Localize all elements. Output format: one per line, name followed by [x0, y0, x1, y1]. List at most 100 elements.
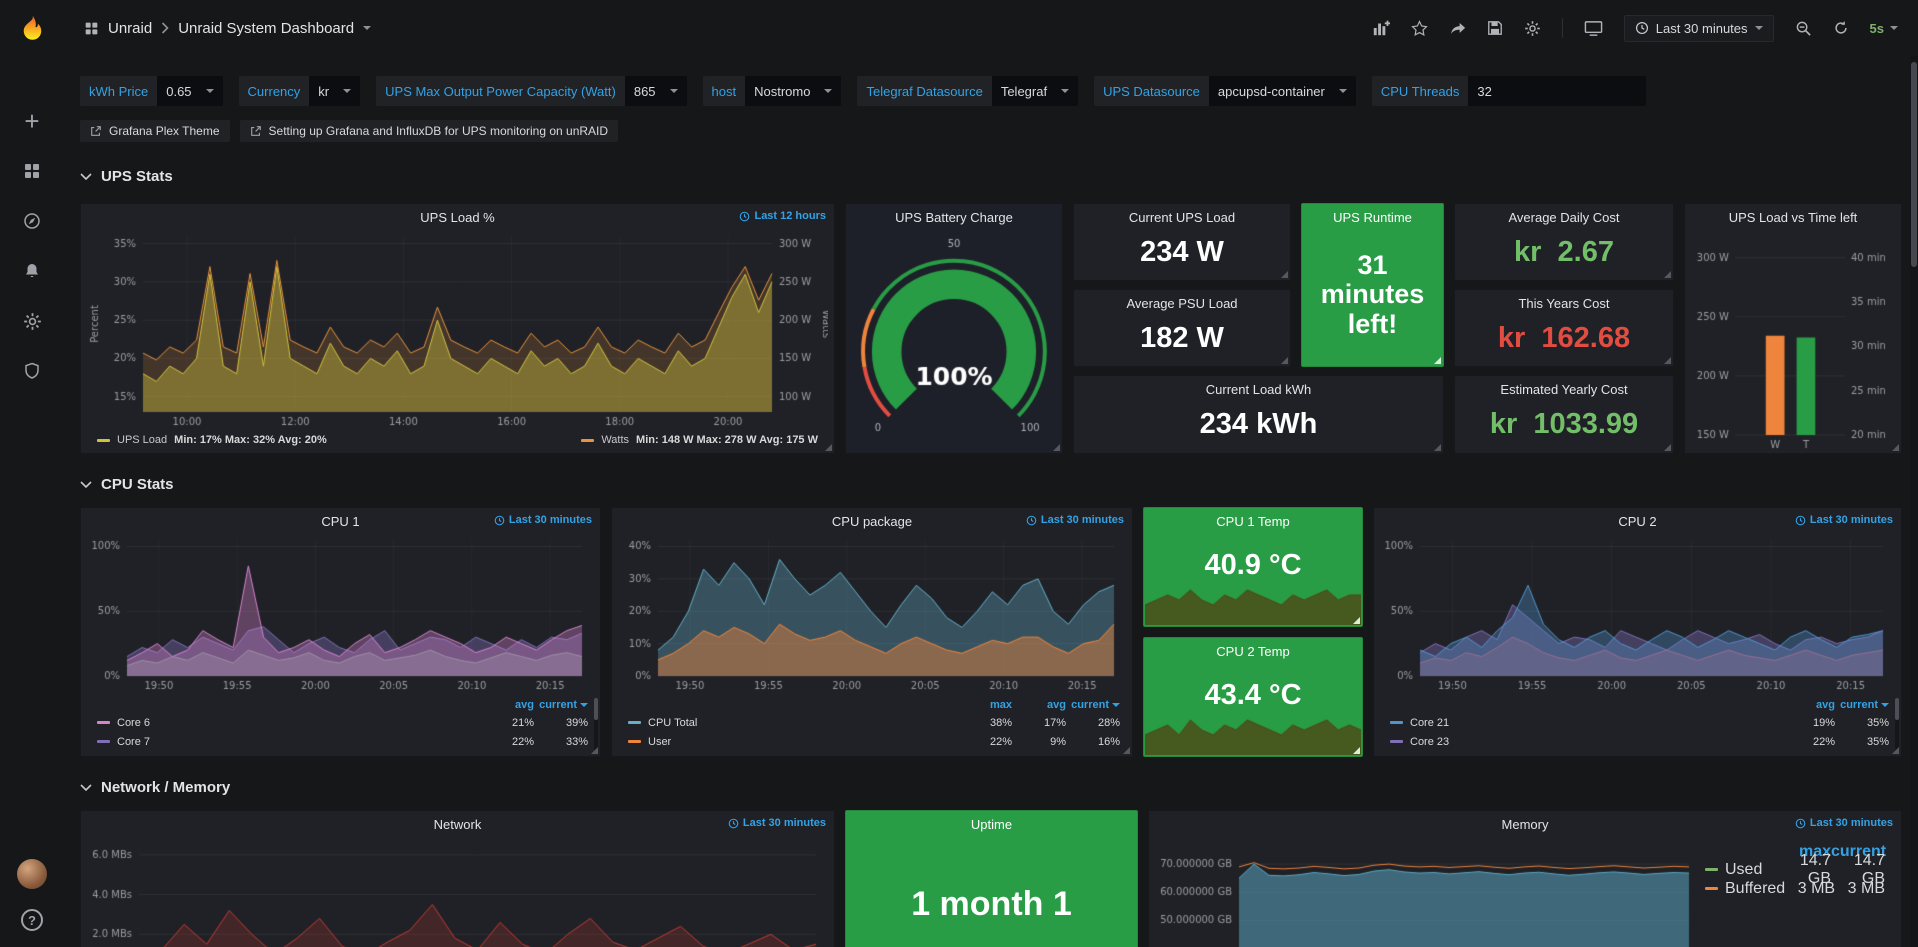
panel-title[interactable]: UPS Load %: [420, 210, 494, 225]
variable-host: host Nostromo: [703, 76, 842, 106]
variable-value-dropdown[interactable]: Telegraf: [992, 76, 1078, 106]
cpu1-chart[interactable]: [87, 534, 594, 694]
panel-title[interactable]: UPS Load vs Time left: [1729, 210, 1858, 225]
legend-series-toggle[interactable]: Core 6: [97, 717, 480, 729]
dashboard-title[interactable]: Unraid System Dashboard: [178, 20, 354, 37]
alerting-bell-icon[interactable]: [22, 261, 42, 281]
panel-average-daily-cost: Average Daily Cost kr 2.67: [1454, 203, 1674, 281]
cpu-package-chart[interactable]: [618, 534, 1126, 694]
series-name: Core 6: [117, 717, 150, 729]
panel-cpu1: CPU 1 Last 30 minutes avg current Core 6…: [80, 507, 601, 757]
grafana-logo[interactable]: [16, 14, 49, 47]
legend-series-toggle[interactable]: Watts Min: 148 W Max: 278 W Avg: 175 W: [581, 434, 818, 446]
tv-mode-icon[interactable]: [1584, 19, 1603, 38]
legend-scrollbar[interactable]: [1895, 698, 1899, 750]
panel-title[interactable]: Current Load kWh: [1206, 382, 1312, 397]
chart-area: [1380, 534, 1895, 694]
panel-title[interactable]: This Years Cost: [1518, 296, 1609, 311]
dashboards-icon[interactable]: [22, 161, 42, 181]
section-header-cpu-stats[interactable]: CPU Stats: [80, 476, 1902, 493]
legend-col-avg[interactable]: avg: [480, 699, 534, 711]
dashboard-link-label: Setting up Grafana and InfluxDB for UPS …: [269, 124, 609, 138]
legend-series-toggle[interactable]: Core 21: [1390, 717, 1781, 729]
network-chart[interactable]: [87, 837, 828, 947]
chevron-down-icon[interactable]: [363, 26, 371, 30]
save-icon[interactable]: [1487, 20, 1503, 36]
add-panel-icon[interactable]: [1372, 19, 1390, 37]
dashboard-link[interactable]: Setting up Grafana and InfluxDB for UPS …: [240, 120, 619, 142]
panel-title[interactable]: Memory: [1502, 817, 1549, 832]
legend-col-current[interactable]: current: [534, 699, 588, 711]
dashboard-content: kWh Price 0.65 Currency kr UPS Max Outpu…: [64, 56, 1918, 947]
variable-value-dropdown[interactable]: 865: [625, 76, 687, 106]
panel-title[interactable]: CPU 2: [1618, 514, 1656, 529]
section-header-network-memory[interactable]: Network / Memory: [80, 779, 1902, 796]
dashboard-link[interactable]: Grafana Plex Theme: [80, 120, 230, 142]
panel-title[interactable]: Estimated Yearly Cost: [1500, 382, 1627, 397]
panel-title[interactable]: Network: [434, 817, 482, 832]
scrollbar-thumb[interactable]: [1911, 62, 1917, 267]
settings-gear-icon[interactable]: [1524, 20, 1541, 37]
series-color-swatch: [1705, 887, 1718, 890]
panel-title[interactable]: Current UPS Load: [1129, 210, 1235, 225]
create-plus-icon[interactable]: +: [22, 111, 42, 131]
legend-col-avg[interactable]: avg: [1781, 699, 1835, 711]
panel-this-years-cost: This Years Cost kr 162.68: [1454, 289, 1674, 367]
variable-value-dropdown[interactable]: Nostromo: [745, 76, 841, 106]
panel-title[interactable]: CPU package: [832, 514, 912, 529]
cpu-threads-input[interactable]: 32: [1468, 76, 1646, 106]
chevron-down-icon: [343, 89, 351, 93]
legend-series-toggle[interactable]: User: [628, 736, 958, 748]
refresh-interval-picker[interactable]: 5s: [1870, 21, 1898, 36]
legend-series-toggle[interactable]: CPU Total: [628, 717, 958, 729]
panel-title[interactable]: UPS Battery Charge: [895, 210, 1013, 225]
panel-title[interactable]: CPU 2 Temp: [1216, 644, 1289, 659]
explore-compass-icon[interactable]: [22, 211, 42, 231]
variable-value-dropdown[interactable]: 0.65: [157, 76, 222, 106]
legend-series-toggle[interactable]: Core 7: [97, 736, 480, 748]
zoom-out-icon[interactable]: [1795, 20, 1812, 37]
legend-col-avg[interactable]: avg: [1012, 699, 1066, 711]
legend-row: CPU Total 38% 17% 28%: [628, 713, 1120, 732]
legend-col-current[interactable]: current: [1835, 699, 1889, 711]
variable-value: 865: [634, 84, 656, 99]
legend-series-toggle[interactable]: Core 23: [1390, 736, 1781, 748]
server-admin-shield-icon[interactable]: [22, 361, 42, 381]
page-scrollbar[interactable]: [1910, 56, 1918, 947]
series-color-swatch: [97, 439, 110, 442]
panel-title[interactable]: CPU 1 Temp: [1216, 514, 1289, 529]
chart-area: [87, 534, 594, 694]
panel-title[interactable]: Average PSU Load: [1126, 296, 1237, 311]
divider: [1562, 18, 1563, 38]
panel-title[interactable]: Uptime: [971, 817, 1012, 832]
variable-value-dropdown[interactable]: apcupsd-container: [1209, 76, 1356, 106]
legend-series-toggle[interactable]: Used: [1705, 861, 1777, 879]
section-header-ups-stats[interactable]: UPS Stats: [80, 168, 1902, 185]
share-icon[interactable]: [1449, 20, 1466, 37]
breadcrumb-app[interactable]: Unraid: [108, 20, 152, 37]
legend-series-toggle[interactable]: UPS Load Min: 17% Max: 32% Avg: 20%: [97, 434, 327, 446]
legend-col-max[interactable]: max: [958, 699, 1012, 711]
time-range-picker[interactable]: Last 30 minutes: [1624, 15, 1774, 42]
legend-series-toggle[interactable]: Buffered: [1705, 880, 1785, 898]
legend-col-current[interactable]: current: [1066, 699, 1120, 711]
configuration-gear-icon[interactable]: [22, 311, 42, 331]
panel-title[interactable]: Average Daily Cost: [1508, 210, 1619, 225]
legend-scrollbar[interactable]: [594, 698, 598, 750]
legend-value: 38%: [958, 717, 1012, 729]
refresh-icon[interactable]: [1833, 20, 1849, 36]
user-avatar[interactable]: [17, 859, 47, 889]
ups-load-chart[interactable]: [87, 230, 828, 430]
battery-gauge[interactable]: [852, 230, 1056, 451]
ups-load-vs-time-bars[interactable]: [1691, 230, 1895, 451]
star-icon[interactable]: [1411, 20, 1428, 37]
cpu2-chart[interactable]: [1380, 534, 1895, 694]
panel-title[interactable]: CPU 1: [321, 514, 359, 529]
panel-title[interactable]: UPS Runtime: [1333, 210, 1412, 225]
variable-value: apcupsd-container: [1218, 84, 1325, 99]
variable-value-dropdown[interactable]: kr: [309, 76, 360, 106]
panel-cpu2: CPU 2 Last 30 minutes avg current Core 2…: [1373, 507, 1902, 757]
series-color-swatch: [1390, 721, 1403, 724]
memory-chart[interactable]: [1155, 837, 1699, 947]
help-icon[interactable]: ?: [21, 909, 43, 931]
